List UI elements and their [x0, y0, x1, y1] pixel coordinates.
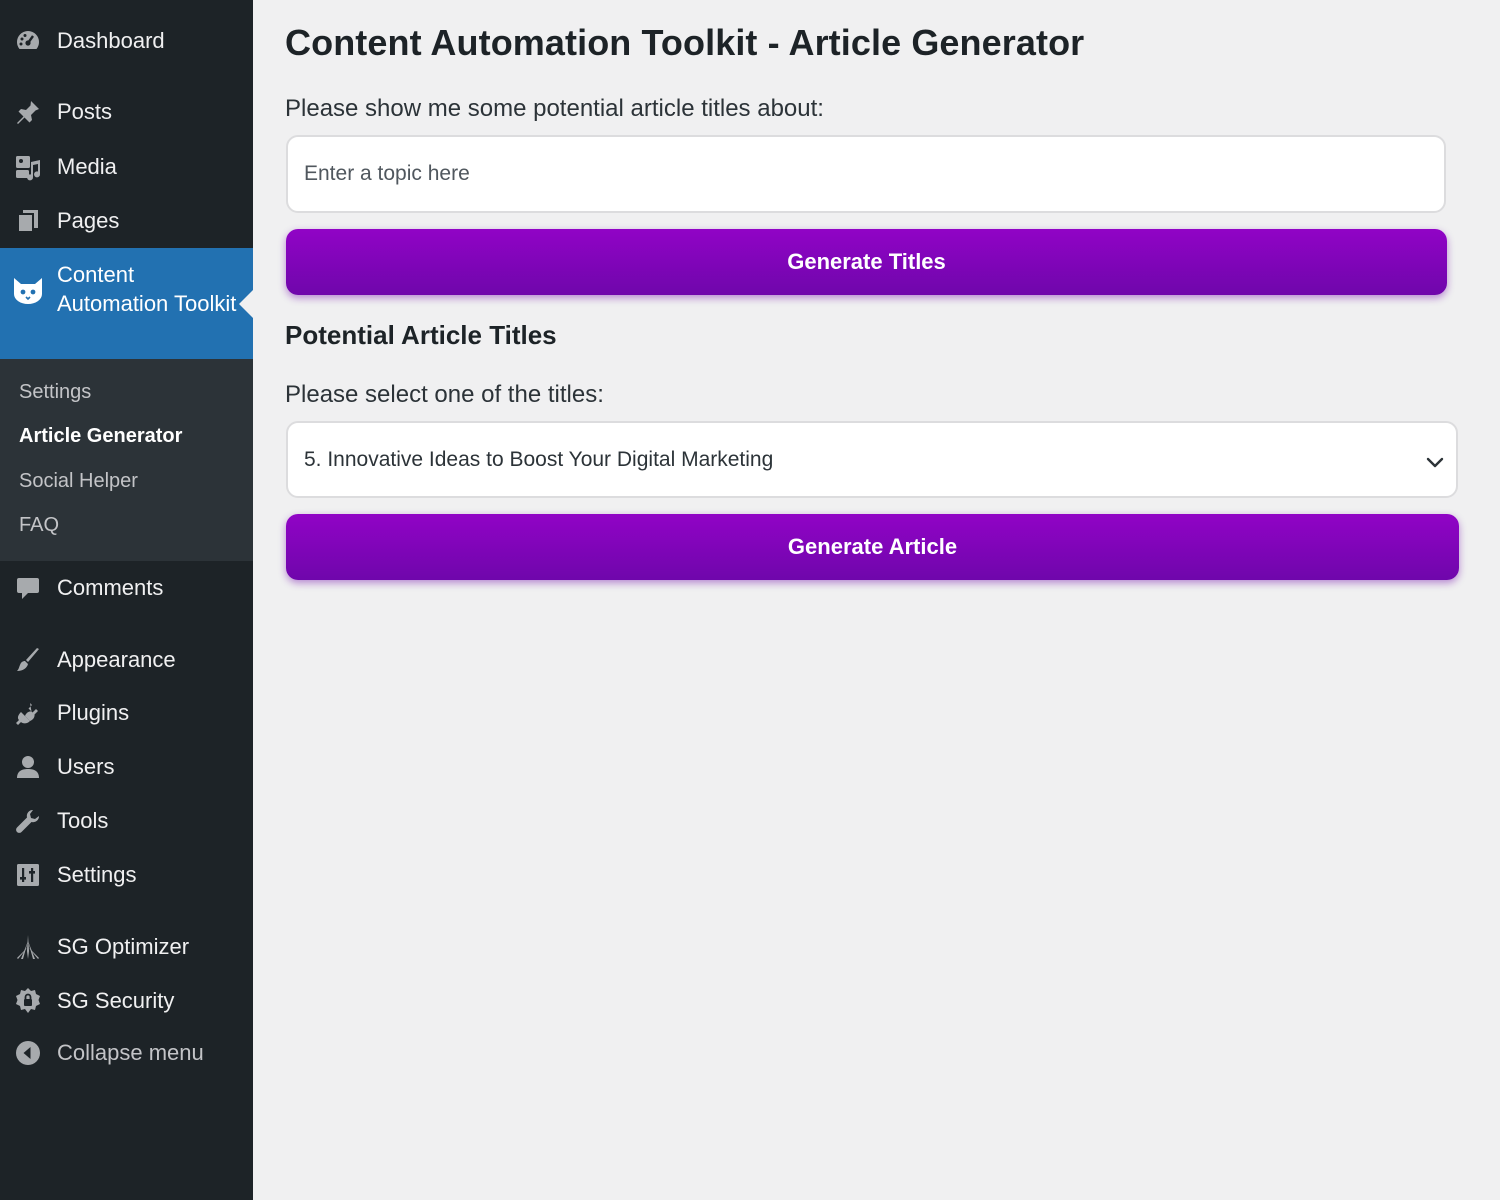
pages-icon — [13, 206, 43, 236]
menu-item-plugins[interactable]: Plugins — [0, 689, 253, 737]
menu-item-pages[interactable]: Pages — [0, 197, 253, 245]
media-icon — [13, 152, 43, 182]
menu-item-sg-optimizer[interactable]: SG Optimizer — [0, 923, 253, 971]
menu-label-sg-optimizer: SG Optimizer — [57, 934, 190, 959]
menu-label-plugins: Plugins — [57, 700, 130, 725]
menu-item-posts[interactable]: Posts — [0, 88, 253, 136]
menu-label-sg-security: SG Security — [57, 988, 175, 1013]
generate-titles-button[interactable]: Generate Titles — [286, 229, 1447, 295]
wrench-icon — [13, 806, 43, 836]
menu-label-settings: Settings — [57, 862, 137, 887]
menu-item-settings[interactable]: Settings — [0, 851, 253, 899]
brush-icon — [13, 645, 43, 675]
menu-label-content-automation-toolkit: Content Automation Toolkit — [57, 262, 237, 316]
submenu-item-settings[interactable]: Settings — [19, 381, 91, 404]
sliders-icon — [13, 860, 43, 890]
sg-optimizer-icon — [13, 932, 43, 962]
menu-item-sg-security[interactable]: SG Security — [0, 977, 253, 1025]
admin-sidebar: Dashboard Posts Media Pages Content Auto… — [0, 0, 253, 1200]
toolkit-submenu: Settings Article Generator Social Helper… — [0, 359, 253, 561]
menu-label-tools: Tools — [57, 808, 109, 833]
menu-label-posts: Posts — [57, 99, 113, 124]
menu-label-users: Users — [57, 754, 115, 779]
comment-icon — [13, 573, 43, 603]
user-icon — [13, 752, 43, 782]
menu-item-users[interactable]: Users — [0, 743, 253, 791]
plug-icon — [13, 698, 43, 728]
collapse-menu-button[interactable]: Collapse menu — [0, 1029, 253, 1077]
topic-prompt-label: Please show me some potential article ti… — [285, 95, 824, 122]
dashboard-icon — [13, 26, 43, 56]
menu-label-dashboard: Dashboard — [57, 28, 165, 53]
menu-label-pages: Pages — [57, 208, 120, 233]
generate-article-button[interactable]: Generate Article — [286, 514, 1459, 580]
topic-input[interactable] — [286, 135, 1446, 213]
selected-title-value: 5. Innovative Ideas to Boost Your Digita… — [304, 447, 774, 471]
menu-item-tools[interactable]: Tools — [0, 797, 253, 845]
pin-icon — [13, 97, 43, 127]
collapse-arrow-icon — [13, 1038, 43, 1068]
title-select[interactable]: 5. Innovative Ideas to Boost Your Digita… — [286, 421, 1458, 498]
submenu-item-article-generator[interactable]: Article Generator — [19, 425, 182, 448]
chevron-down-icon — [1424, 451, 1446, 473]
menu-item-content-automation-toolkit[interactable]: Content Automation Toolkit — [0, 248, 253, 359]
menu-label-media: Media — [57, 154, 117, 179]
active-menu-pointer — [239, 290, 253, 318]
sg-security-icon — [13, 986, 43, 1016]
menu-label-comments: Comments — [57, 575, 164, 600]
submenu-item-faq[interactable]: FAQ — [19, 514, 59, 537]
menu-item-media[interactable]: Media — [0, 143, 253, 191]
cat-face-icon — [12, 274, 44, 306]
menu-item-comments[interactable]: Comments — [0, 564, 253, 612]
menu-label-appearance: Appearance — [57, 647, 176, 672]
submenu-item-social-helper[interactable]: Social Helper — [19, 470, 138, 493]
menu-item-appearance[interactable]: Appearance — [0, 636, 253, 684]
section-heading: Potential Article Titles — [285, 320, 557, 350]
page-title: Content Automation Toolkit - Article Gen… — [285, 22, 1085, 63]
select-prompt-label: Please select one of the titles: — [285, 381, 604, 408]
menu-item-dashboard[interactable]: Dashboard — [0, 17, 253, 65]
collapse-menu-label: Collapse menu — [57, 1040, 204, 1065]
